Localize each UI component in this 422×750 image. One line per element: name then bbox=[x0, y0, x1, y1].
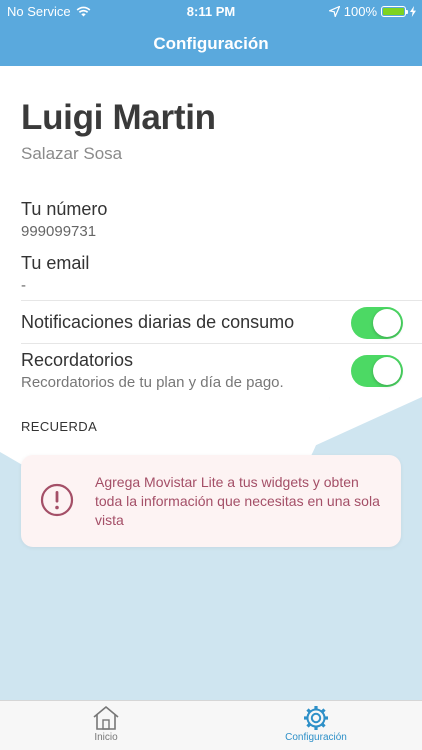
location-arrow-icon bbox=[328, 6, 340, 17]
reminders-row: Recordatorios Recordatorios de tu plan y… bbox=[21, 343, 422, 397]
tab-configuracion-label: Configuración bbox=[285, 732, 347, 743]
daily-notifications-row: Notificaciones diarias de consumo bbox=[21, 300, 422, 343]
widget-reminder-card[interactable]: Agrega Movistar Lite a tus widgets y obt… bbox=[21, 455, 401, 547]
battery-percent: 100% bbox=[343, 4, 377, 19]
reminders-text: Recordatorios Recordatorios de tu plan y… bbox=[21, 350, 284, 391]
phone-field: Tu número 999099731 bbox=[21, 199, 107, 240]
home-icon bbox=[93, 706, 119, 730]
section-header-recuerda: RECUERDA bbox=[21, 419, 98, 434]
toggle-knob bbox=[373, 309, 401, 337]
nav-bar: Configuración bbox=[0, 22, 422, 66]
nav-title: Configuración bbox=[153, 34, 269, 53]
reminders-toggle[interactable] bbox=[351, 355, 403, 387]
reminder-background bbox=[0, 397, 422, 700]
battery-icon bbox=[381, 6, 408, 17]
gear-icon bbox=[304, 706, 328, 730]
battery-fill bbox=[383, 8, 404, 15]
tab-bar: Inicio Configuración bbox=[0, 700, 422, 750]
reminders-title: Recordatorios bbox=[21, 350, 134, 370]
daily-notifications-toggle[interactable] bbox=[351, 307, 403, 339]
email-label: Tu email bbox=[21, 253, 90, 273]
email-value: - bbox=[21, 277, 26, 294]
charging-bolt-icon bbox=[410, 6, 416, 17]
phone-label: Tu número bbox=[21, 199, 108, 219]
status-right: 100% bbox=[328, 4, 416, 19]
tab-inicio-label: Inicio bbox=[94, 732, 118, 743]
phone-value: 999099731 bbox=[21, 223, 97, 240]
profile-surname: Salazar Sosa bbox=[21, 144, 123, 163]
tab-inicio[interactable]: Inicio bbox=[56, 701, 156, 750]
daily-notifications-title: Notificaciones diarias de consumo bbox=[21, 312, 295, 332]
reminders-subtitle: Recordatorios de tu plan y día de pago. bbox=[21, 374, 284, 391]
toggle-knob bbox=[373, 357, 401, 385]
status-bar: No Service 8:11 PM 100% bbox=[0, 0, 422, 22]
widget-reminder-text: Agrega Movistar Lite a tus widgets y obt… bbox=[95, 474, 380, 528]
email-field: Tu email - bbox=[21, 253, 89, 294]
alert-icon bbox=[40, 483, 74, 517]
background-shape bbox=[0, 397, 422, 528]
profile-header: Luigi Martin Salazar Sosa bbox=[21, 98, 216, 164]
profile-name: Luigi Martin bbox=[21, 98, 216, 137]
tab-configuracion[interactable]: Configuración bbox=[266, 701, 366, 750]
